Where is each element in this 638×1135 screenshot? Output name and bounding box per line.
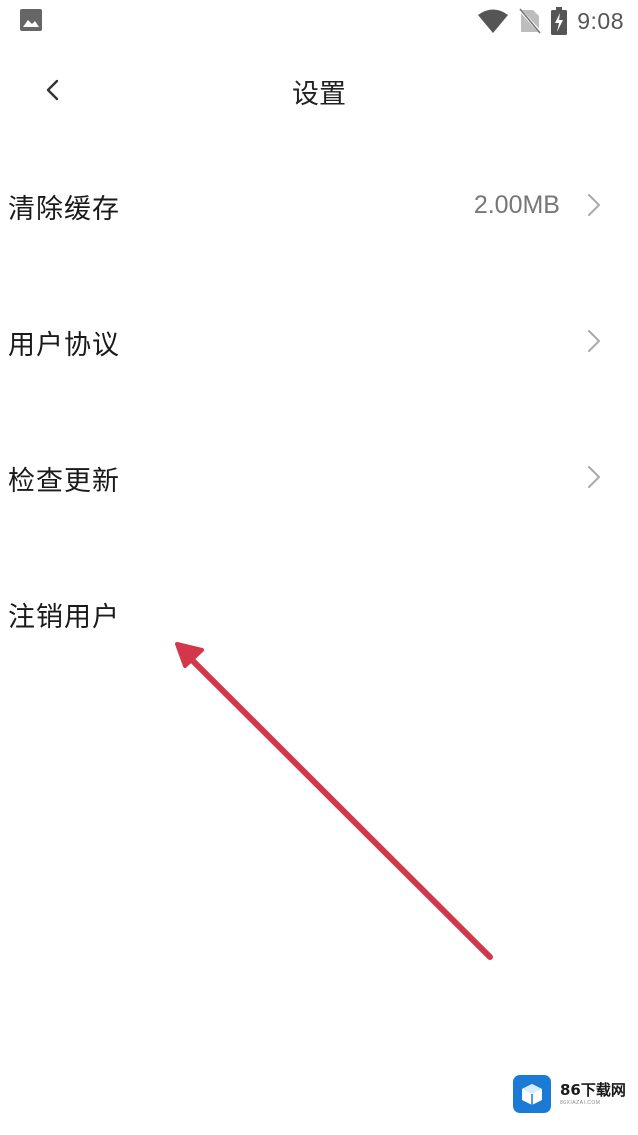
settings-list: 清除缓存 2.00MB 用户协议 检查更新 注销用户	[0, 138, 638, 682]
chevron-right-icon	[588, 330, 600, 352]
settings-item-deactivate-user[interactable]: 注销用户	[0, 546, 638, 682]
status-time: 9:08	[577, 7, 624, 34]
page-title: 设置	[292, 79, 346, 110]
settings-item-label: 用户协议	[8, 330, 120, 361]
annotation-arrow-shaft	[189, 657, 493, 960]
settings-item-label: 清除缓存	[8, 194, 120, 225]
cache-size-value: 2.00MB	[473, 191, 560, 219]
watermark-text: 86下载网	[560, 1080, 626, 1099]
status-icons: 9:08	[477, 4, 624, 38]
wifi-icon	[477, 8, 509, 34]
settings-item-check-update[interactable]: 检查更新	[0, 410, 638, 546]
header: 设置	[0, 52, 638, 128]
watermark-subtext: 86XIAZAI.COM	[560, 1099, 601, 1106]
chevron-right-icon	[588, 466, 600, 488]
watermark: 86下载网 86XIAZAI.COM	[513, 1074, 633, 1114]
settings-item-label: 注销用户	[8, 602, 120, 633]
no-sim-icon	[519, 8, 542, 34]
settings-item-label: 检查更新	[8, 466, 120, 497]
watermark-logo-icon	[513, 1075, 551, 1113]
settings-item-user-agreement[interactable]: 用户协议	[0, 274, 638, 410]
chevron-right-icon	[588, 194, 600, 216]
status-bar: 9:08	[0, 0, 638, 42]
image-icon	[19, 8, 43, 32]
settings-item-clear-cache[interactable]: 清除缓存 2.00MB	[0, 138, 638, 274]
battery-charging-icon	[551, 7, 568, 35]
